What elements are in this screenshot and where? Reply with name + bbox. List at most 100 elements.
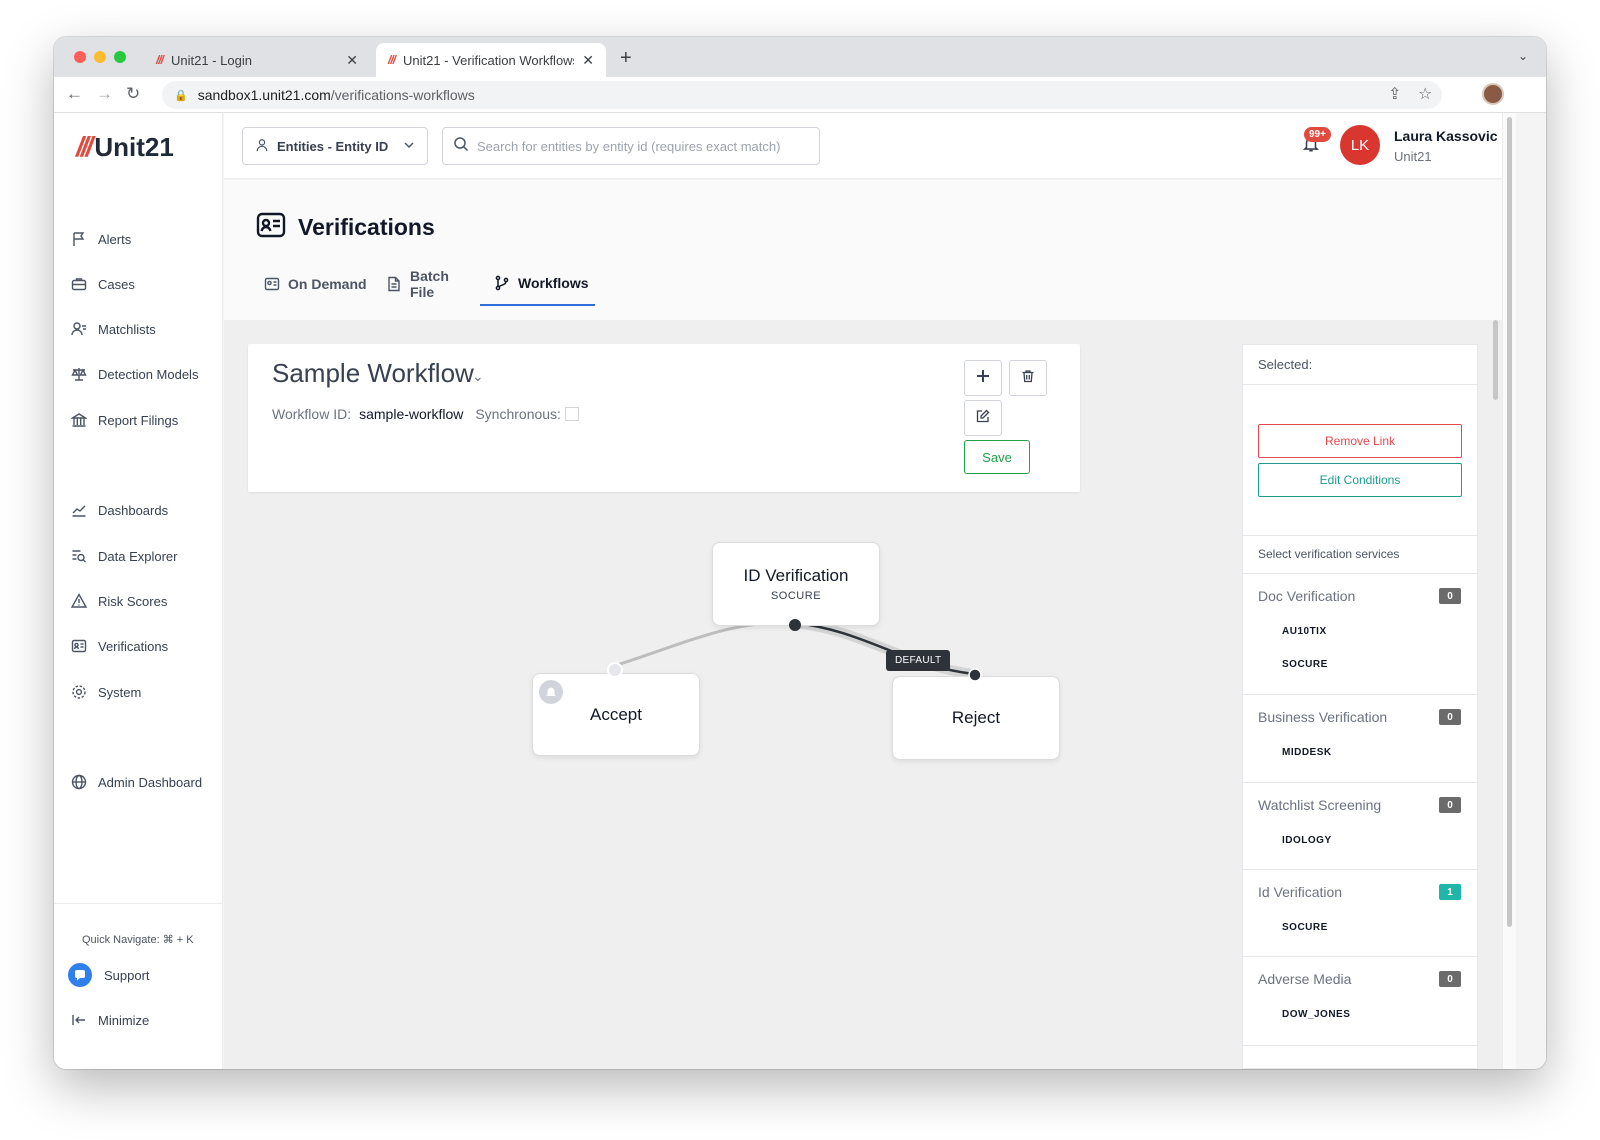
collapse-arrow-icon — [70, 1011, 88, 1029]
service-count-badge: 0 — [1439, 709, 1461, 725]
url-field[interactable]: 🔒 sandbox1.unit21.com/verifications-work… — [162, 81, 1442, 109]
vendor-option[interactable]: IDOLOGY — [1282, 835, 1332, 846]
back-arrow-icon[interactable]: ← — [66, 84, 83, 104]
new-tab-icon[interactable]: + — [620, 47, 632, 70]
remove-link-button[interactable]: Remove Link — [1258, 424, 1462, 458]
sidebar-item-label: Dashboards — [98, 502, 169, 518]
tab-title: Unit21 - Verification Workflows — [403, 52, 575, 68]
service-name: Watchlist Screening — [1258, 797, 1382, 813]
panel-divider — [1243, 535, 1477, 536]
sidebar-item-cases[interactable]: Cases — [70, 272, 135, 296]
user-name: Laura Kassovic — [1394, 128, 1498, 144]
minimize-window-button[interactable] — [94, 51, 106, 63]
default-link-label[interactable]: DEFAULT — [886, 650, 951, 671]
unit21-logo[interactable]: /// Unit21 — [76, 131, 174, 163]
sidebar-item-dashboards[interactable]: Dashboards — [70, 498, 168, 522]
edit-conditions-button[interactable]: Edit Conditions — [1258, 463, 1462, 497]
panel-divider — [1243, 1045, 1477, 1046]
reload-icon[interactable]: ↻ — [126, 84, 140, 104]
gear-icon — [70, 683, 88, 701]
browser-address-bar: ← → ↻ 🔒 sandbox1.unit21.com/verification… — [54, 77, 1546, 113]
service-group-doc-verification: Doc Verification 0 AU10TIX SOCURE — [1243, 573, 1477, 694]
sidebar-item-label: Detection Models — [98, 366, 199, 382]
sidebar-item-data-explorer[interactable]: Data Explorer — [70, 544, 177, 568]
sidebar-item-system[interactable]: System — [70, 680, 141, 704]
support-button[interactable]: Support — [68, 963, 150, 987]
service-name: Business Verification — [1258, 709, 1388, 725]
tab-search-chevron-icon[interactable]: ⌄ — [1518, 49, 1528, 63]
bookmark-star-icon[interactable]: ☆ — [1418, 84, 1432, 104]
share-icon[interactable]: ⇪ — [1388, 84, 1401, 104]
minimize-sidebar-button[interactable]: Minimize — [70, 1008, 149, 1032]
tab-label: Batch File — [410, 268, 449, 300]
unit21-favicon-icon: /// — [388, 53, 396, 67]
service-count-badge: 1 — [1439, 884, 1461, 900]
browser-window: /// Unit21 - Login ✕ /// Unit21 - Verifi… — [54, 37, 1546, 1069]
sidebar-item-label: System — [98, 684, 142, 700]
search-list-icon — [70, 547, 88, 565]
tab-label: Workflows — [518, 275, 589, 291]
briefcase-icon — [70, 275, 88, 293]
tab-on-demand[interactable]: On Demand — [264, 262, 370, 306]
user-list-icon — [70, 320, 88, 338]
lock-icon: 🔒 — [174, 89, 188, 102]
service-group-watchlist-screening: Watchlist Screening 0 IDOLOGY — [1243, 782, 1477, 869]
port-id-verification-out — [789, 619, 801, 631]
logo-text: Unit21 — [94, 131, 174, 162]
panel-scrollbar[interactable] — [1493, 320, 1498, 400]
zoom-window-button[interactable] — [114, 51, 126, 63]
close-tab-icon[interactable]: ✕ — [582, 52, 594, 69]
chart-line-icon — [70, 501, 88, 519]
entity-search-input[interactable] — [477, 138, 809, 154]
sidebar-item-alerts[interactable]: Alerts — [70, 227, 131, 251]
entity-search-box[interactable] — [442, 127, 820, 165]
sidebar-item-verifications[interactable]: Verifications — [70, 634, 168, 658]
forward-arrow-icon[interactable]: → — [96, 84, 113, 104]
user-icon — [255, 138, 269, 155]
page-scrollbar[interactable] — [1507, 117, 1512, 927]
browser-tab-bar: /// Unit21 - Login ✕ /// Unit21 - Verifi… — [54, 37, 1546, 77]
selected-label: Selected: — [1243, 345, 1477, 385]
entity-type-dropdown[interactable]: Entities - Entity ID — [242, 127, 428, 165]
tab-batch-file[interactable]: Batch File — [386, 262, 476, 306]
close-window-button[interactable] — [74, 51, 86, 63]
sidebar-item-label: Admin Dashboard — [98, 774, 203, 790]
service-group-business-verification: Business Verification 0 MIDDESK — [1243, 694, 1477, 782]
scale-icon — [70, 365, 88, 383]
globe-icon — [70, 773, 88, 791]
id-card-icon — [264, 276, 280, 292]
browser-tab-login[interactable]: /// Unit21 - Login ✕ — [144, 43, 370, 77]
sidebar: /// Unit21 Alerts Cases Matchlists Detec… — [54, 113, 223, 1069]
workflow-side-panel: Selected: Remove Link Edit Conditions Se… — [1242, 344, 1478, 1069]
user-avatar[interactable]: LK — [1340, 125, 1380, 165]
sidebar-item-report-filings[interactable]: Report Filings — [70, 408, 178, 432]
vendor-option[interactable]: AU10TIX — [1282, 626, 1327, 637]
close-tab-icon[interactable]: ✕ — [346, 52, 358, 69]
port-accept-in — [607, 662, 623, 678]
browser-menu-icon[interactable]: ⋮ — [1490, 84, 1506, 104]
sidebar-item-label: Alerts — [98, 231, 132, 247]
vendor-option[interactable]: MIDDESK — [1282, 747, 1332, 758]
vendor-option[interactable]: SOCURE — [1282, 922, 1328, 933]
vendor-option[interactable]: DOW_JONES — [1282, 1009, 1350, 1020]
workflow-editor: Sample Workflow ⌄ Workflow ID: sample-wo… — [224, 320, 1502, 1069]
services-header: Select verification services — [1258, 547, 1400, 561]
sidebar-item-detection-models[interactable]: Detection Models — [70, 362, 198, 386]
tab-workflows[interactable]: Workflows — [480, 262, 595, 306]
service-name: Adverse Media — [1258, 971, 1352, 987]
unit21-app: /// Unit21 Alerts Cases Matchlists Detec… — [54, 113, 1546, 1069]
url-domain: sandbox1.unit21.com — [197, 87, 331, 103]
git-branch-icon — [494, 275, 510, 291]
logo-mark: /// — [76, 131, 93, 162]
chevron-down-icon — [403, 139, 415, 154]
vendor-option[interactable]: SOCURE — [1282, 659, 1328, 670]
port-reject-in — [968, 668, 982, 682]
id-card-icon — [70, 637, 88, 655]
sidebar-item-risk-scores[interactable]: Risk Scores — [70, 589, 167, 613]
browser-tab-verification-workflows[interactable]: /// Unit21 - Verification Workflows ✕ — [376, 43, 606, 77]
bank-icon — [70, 411, 88, 429]
sidebar-item-matchlists[interactable]: Matchlists — [70, 317, 156, 341]
sidebar-item-label: Data Explorer — [98, 548, 178, 564]
sidebar-item-admin-dashboard[interactable]: Admin Dashboard — [70, 770, 202, 794]
service-group-id-verification: Id Verification 1 SOCURE — [1243, 869, 1477, 956]
